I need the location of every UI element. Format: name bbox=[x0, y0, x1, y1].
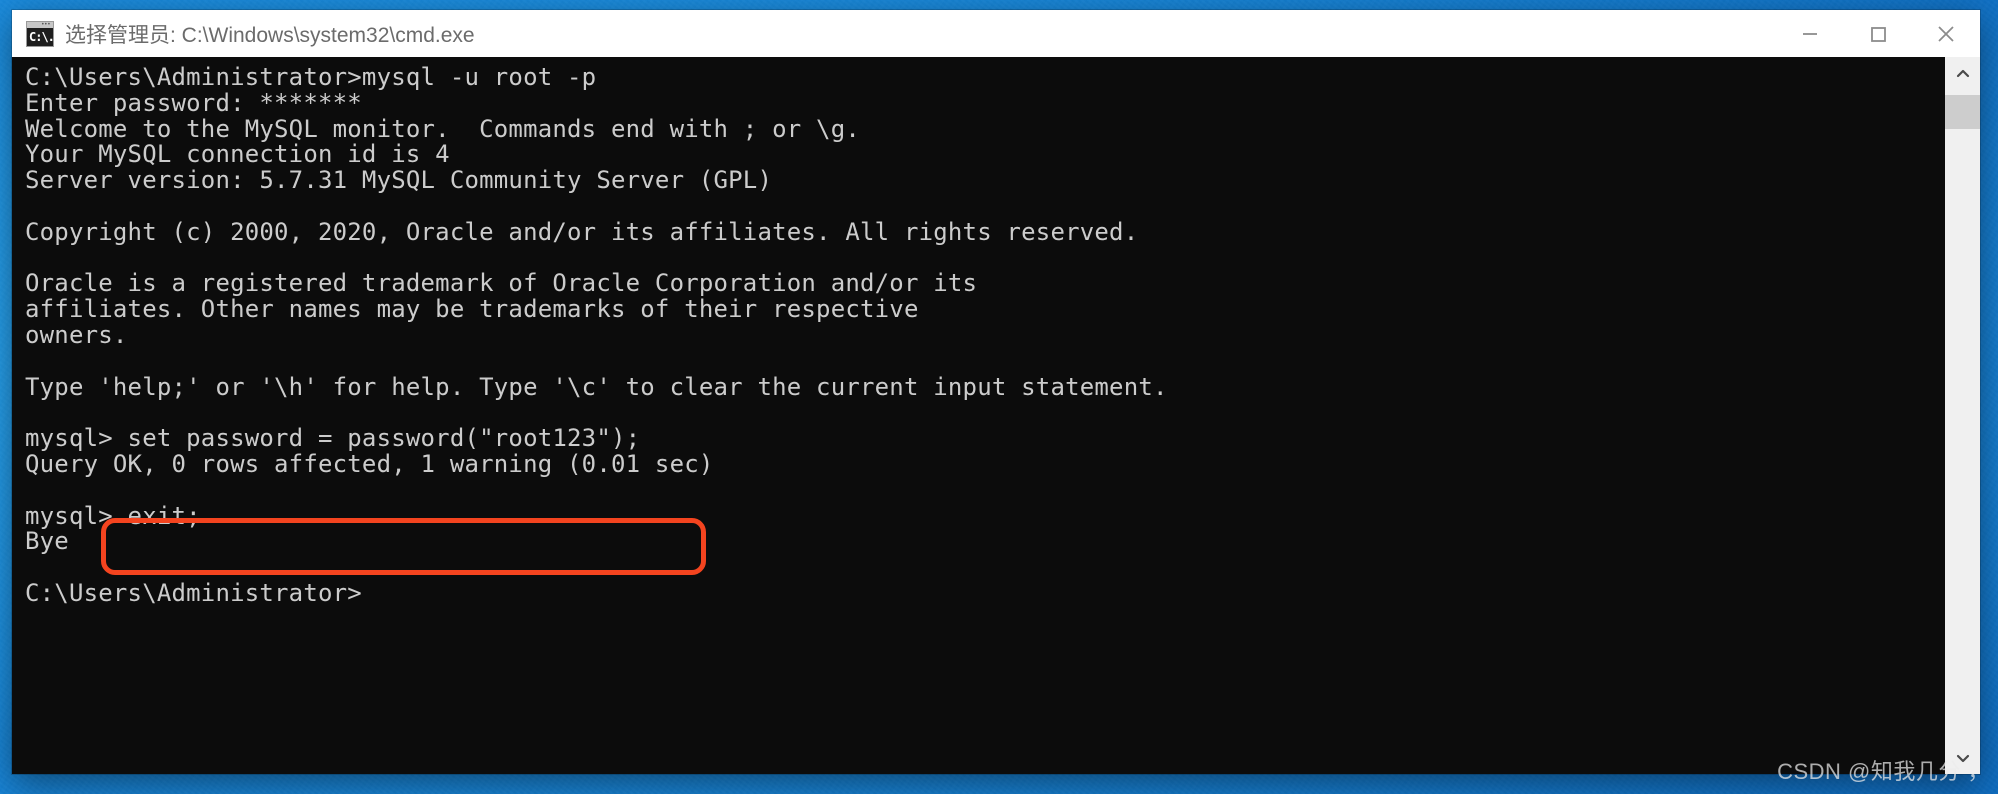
vertical-scrollbar[interactable] bbox=[1945, 57, 1980, 774]
command-prompt-window: ••• C:\. 选择管理员: C:\Windows\system32\cmd.… bbox=[12, 10, 1980, 774]
console-output-area[interactable]: C:\Users\Administrator>mysql -u root -p … bbox=[12, 57, 1980, 774]
window-controls bbox=[1776, 10, 1980, 57]
maximize-icon bbox=[1871, 26, 1886, 42]
close-button[interactable] bbox=[1912, 10, 1980, 57]
cmd-console-icon: ••• C:\. bbox=[26, 20, 55, 47]
minimize-button[interactable] bbox=[1776, 10, 1844, 57]
window-title-bar[interactable]: ••• C:\. 选择管理员: C:\Windows\system32\cmd.… bbox=[12, 10, 1980, 57]
title-bar-left: ••• C:\. 选择管理员: C:\Windows\system32\cmd.… bbox=[12, 19, 1776, 49]
minimize-icon bbox=[1803, 32, 1817, 35]
close-icon bbox=[1938, 25, 1954, 42]
maximize-button[interactable] bbox=[1844, 10, 1912, 57]
csdn-watermark: CSDN @知我几分 ， bbox=[1777, 759, 1990, 784]
scrollbar-thumb[interactable] bbox=[1945, 95, 1980, 129]
cmd-icon-prompt-glyph: C:\. bbox=[29, 29, 55, 44]
chevron-up-icon bbox=[1956, 69, 1969, 77]
console-text: C:\Users\Administrator>mysql -u root -p … bbox=[25, 63, 1168, 607]
window-title-text: 选择管理员: C:\Windows\system32\cmd.exe bbox=[65, 23, 475, 47]
scroll-up-button[interactable] bbox=[1945, 57, 1980, 90]
cmd-icon-dots: ••• bbox=[41, 21, 51, 28]
